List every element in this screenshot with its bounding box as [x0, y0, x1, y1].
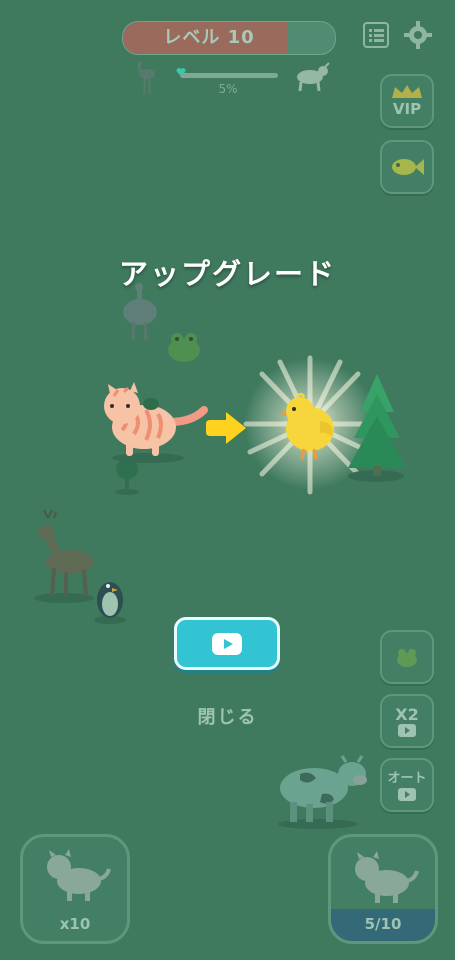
buy-card-label: x10: [59, 915, 91, 933]
merge-progress-card[interactable]: 5/10: [328, 834, 438, 944]
merge-card-label: 5/10: [364, 915, 402, 933]
fish-button[interactable]: [380, 140, 434, 194]
flamingo-icon: [133, 60, 159, 100]
cat-thumbnail: [47, 849, 111, 901]
chick-figure: [280, 392, 340, 467]
video-icon: [398, 723, 416, 737]
frog-button[interactable]: [380, 630, 434, 684]
fish-icon: [392, 159, 424, 175]
video-play-icon: [212, 632, 242, 655]
watch-video-button[interactable]: [174, 617, 280, 670]
gear-icon[interactable]: [402, 20, 434, 52]
ostrich-figure: [118, 282, 162, 348]
cow-figure: [270, 752, 370, 834]
frog-figure: [164, 328, 204, 368]
buy-animal-card[interactable]: x10: [20, 834, 130, 944]
vip-button[interactable]: VIP: [380, 74, 434, 128]
penguin-figure: [92, 572, 128, 628]
cat-figure: [100, 382, 210, 468]
vip-label: VIP: [392, 100, 422, 118]
auto-button[interactable]: オート: [380, 758, 434, 812]
video-icon: [398, 787, 416, 801]
deer-figure: [28, 509, 100, 610]
goat-icon: [288, 62, 332, 96]
animal-progress-track: [180, 73, 278, 78]
x2-label: X2: [395, 704, 419, 724]
tree-figure: [346, 372, 408, 488]
cat-ear-shadow: [142, 396, 160, 415]
frog-icon: [397, 649, 417, 667]
heart-icon: [176, 62, 186, 81]
animal-progress-percent: 5%: [218, 82, 238, 96]
level-label: レベル 10: [163, 27, 255, 48]
upgrade-title: アップグレード: [118, 257, 336, 291]
x2-speed-button[interactable]: X2: [380, 694, 434, 748]
auto-label: オート: [387, 770, 427, 786]
list-icon[interactable]: [361, 21, 391, 51]
level-progress-bar: レベル 10: [122, 21, 336, 55]
cat-thumbnail: [355, 851, 419, 903]
